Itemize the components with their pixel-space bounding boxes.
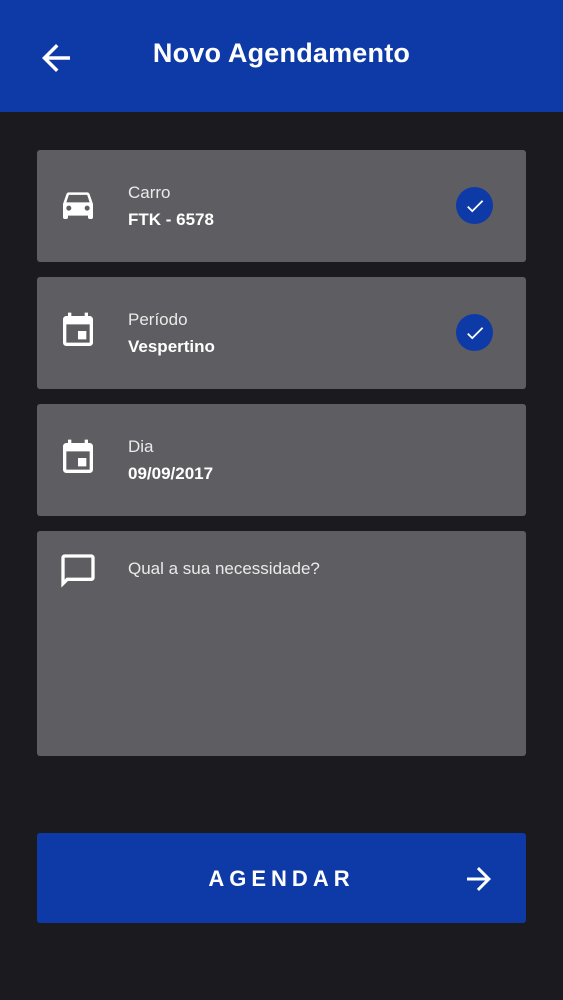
app-bar: Novo Agendamento bbox=[0, 0, 563, 112]
day-label: Dia bbox=[128, 437, 154, 456]
day-selector[interactable]: Dia 09/09/2017 bbox=[37, 404, 526, 516]
check-icon bbox=[456, 187, 493, 224]
day-value: 09/09/2017 bbox=[128, 464, 214, 483]
car-selector[interactable]: Carro FTK - 6578 bbox=[37, 150, 526, 262]
schedule-button-label: AGENDAR bbox=[208, 866, 355, 891]
period-value: Vespertino bbox=[128, 337, 215, 356]
period-label: Período bbox=[128, 310, 188, 329]
car-icon bbox=[58, 184, 98, 224]
need-placeholder: Qual a sua necessidade? bbox=[128, 559, 320, 578]
calendar-icon bbox=[58, 438, 98, 478]
arrow-right-icon bbox=[467, 867, 491, 891]
check-icon bbox=[456, 314, 493, 351]
message-icon bbox=[58, 551, 98, 591]
calendar-icon bbox=[58, 311, 98, 351]
car-label: Carro bbox=[128, 183, 171, 202]
period-selector[interactable]: Período Vespertino bbox=[37, 277, 526, 389]
need-textarea[interactable]: Qual a sua necessidade? bbox=[37, 531, 526, 756]
schedule-button[interactable]: AGENDAR bbox=[37, 833, 526, 923]
page-title: Novo Agendamento bbox=[152, 38, 411, 68]
car-value: FTK - 6578 bbox=[128, 210, 214, 229]
